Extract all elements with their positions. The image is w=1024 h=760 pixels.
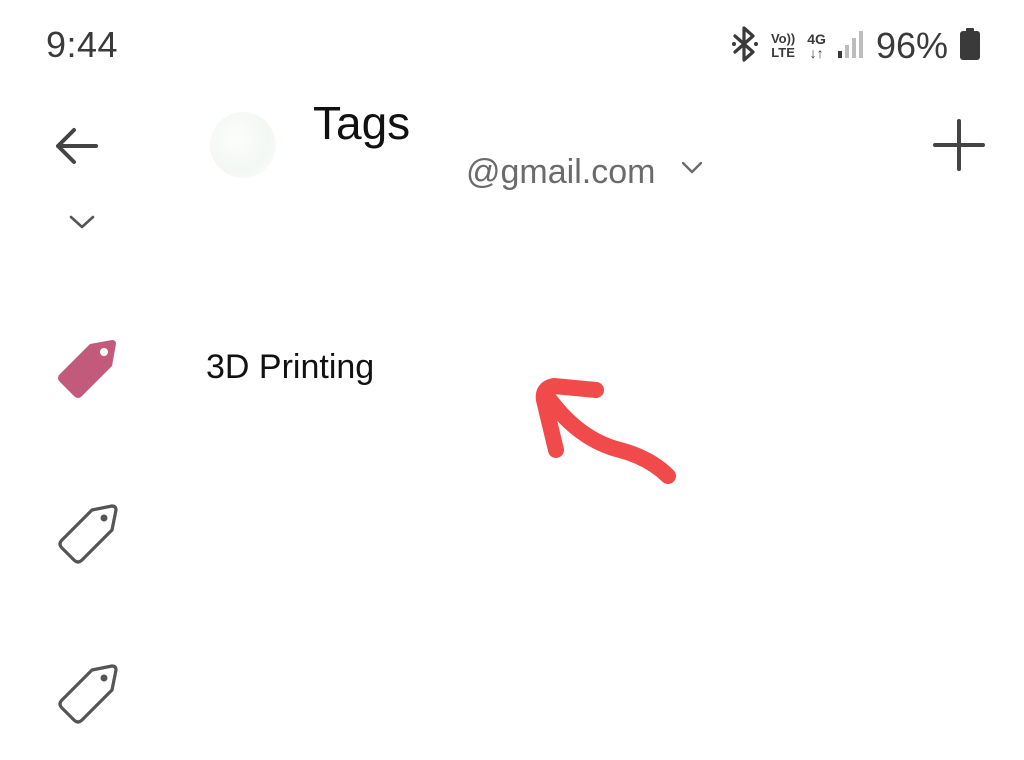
collapse-chevron-button[interactable] [64, 210, 100, 238]
volte-bottom-label: LTE [771, 45, 795, 60]
status-bar: 9:44 Vo)) LTE 4G ↓↑ 96% [0, 0, 1024, 90]
volte-icon: Vo)) LTE [771, 32, 795, 60]
bluetooth-icon [731, 25, 759, 67]
volte-top-label: Vo)) [770, 31, 796, 46]
arrow-left-icon [52, 126, 100, 171]
tag-outline-icon [54, 654, 124, 724]
plus-icon [932, 118, 986, 177]
battery-percent: 96% [875, 25, 948, 66]
back-button[interactable] [44, 116, 108, 180]
tag-outline-icon [54, 494, 124, 564]
chevron-down-icon [679, 155, 705, 181]
status-time: 9:44 [46, 24, 119, 65]
battery-icon [960, 27, 980, 65]
network-type-label: 4G [807, 31, 826, 47]
avatar[interactable] [210, 112, 276, 178]
account-email: @gmail.com [466, 152, 656, 191]
add-tag-button[interactable] [924, 112, 994, 182]
tag-row[interactable] [0, 630, 1024, 750]
page-title: Tags [313, 97, 411, 149]
data-activity-arrows: ↓↑ [809, 45, 824, 61]
annotation-arrow-icon [535, 378, 676, 484]
chevron-down-icon [68, 214, 96, 235]
account-switcher[interactable]: @gmail.com [466, 150, 705, 194]
tag-filled-icon [54, 334, 124, 404]
tags-screen: 9:44 Vo)) LTE 4G ↓↑ 96% Tags @gmail.com … [0, 0, 1024, 760]
tag-label: 3D Printing [206, 348, 375, 386]
4g-icon: 4G ↓↑ [807, 32, 826, 60]
status-icons: Vo)) LTE 4G ↓↑ 96% [731, 24, 980, 68]
tag-row[interactable]: 3D Printing [0, 310, 1024, 430]
tag-row[interactable] [0, 470, 1024, 590]
signal-icon [837, 29, 864, 64]
